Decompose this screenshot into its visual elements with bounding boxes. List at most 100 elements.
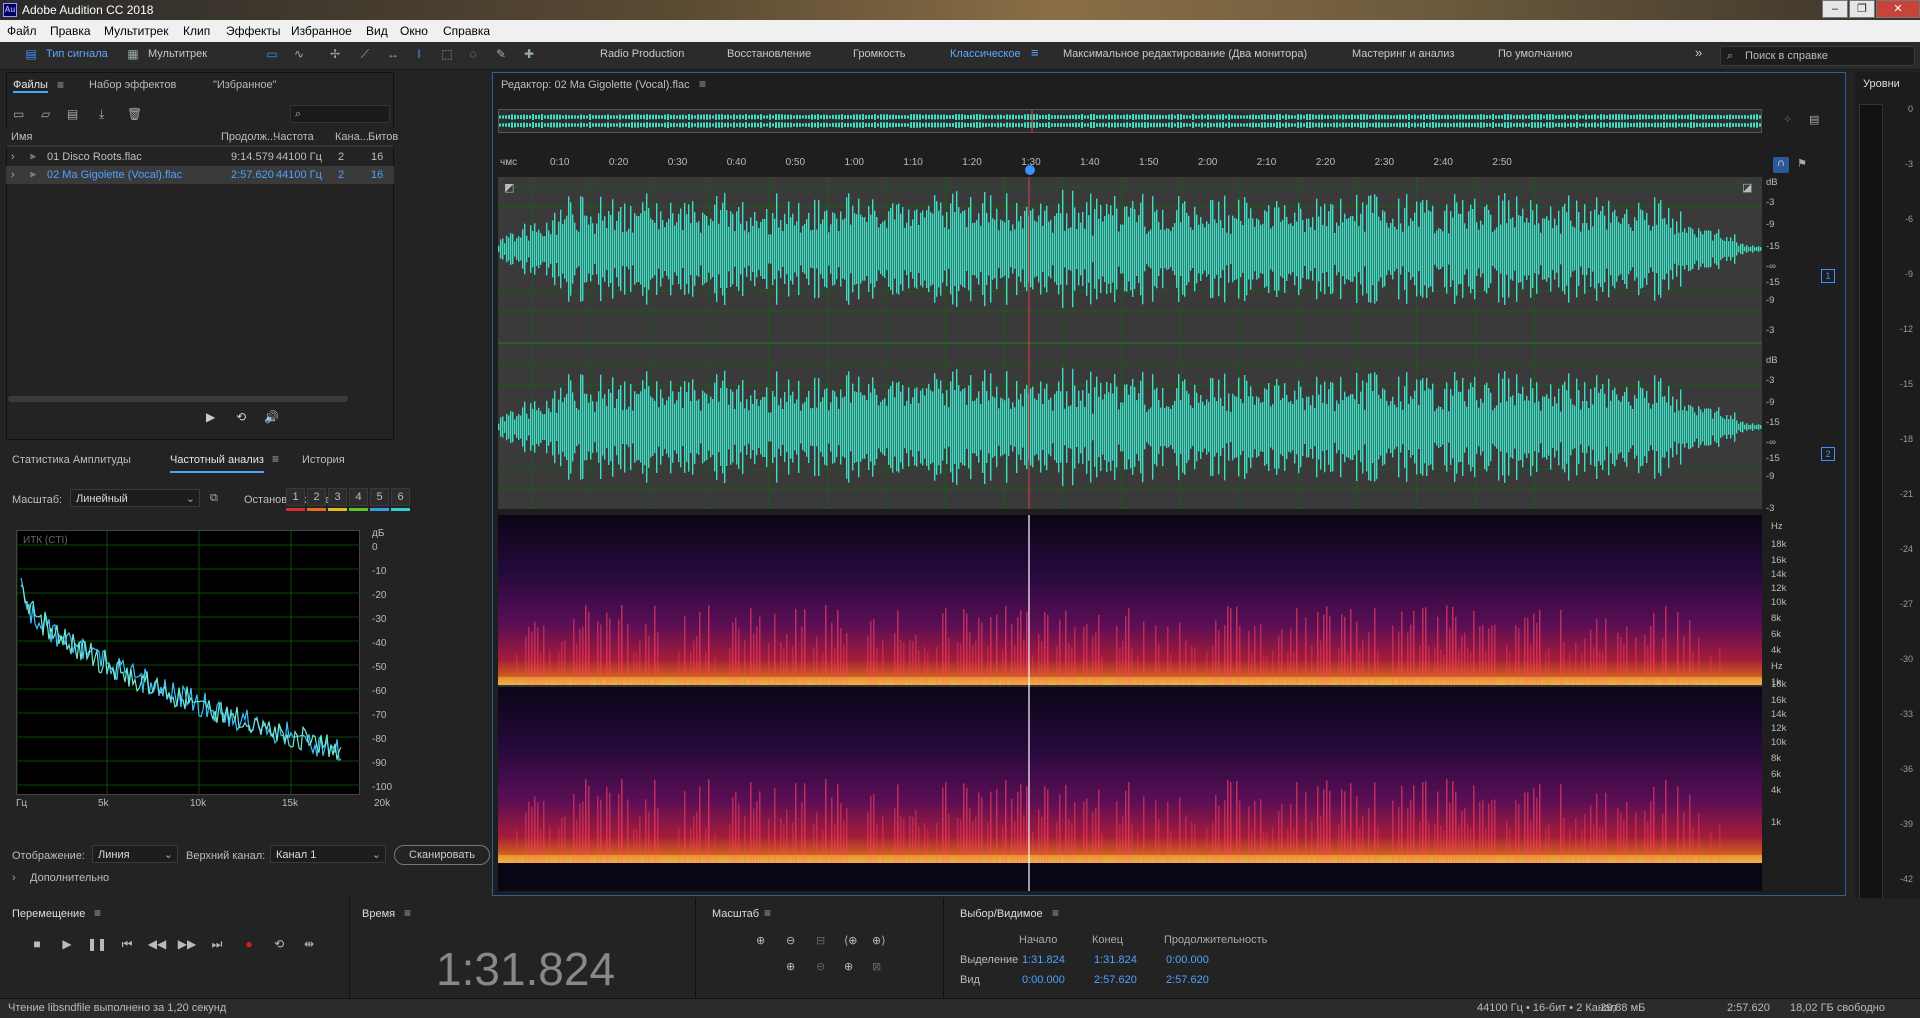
view-end[interactable]: 2:57.620 — [1094, 974, 1137, 986]
selection-start[interactable]: 1:31.824 — [1022, 954, 1065, 966]
loop-preview-icon[interactable]: ⟲ — [236, 410, 246, 424]
freeze-button-3[interactable]: 3 — [328, 488, 347, 506]
playhead-handle[interactable] — [1025, 165, 1035, 175]
freeze-button-1[interactable]: 1 — [286, 488, 305, 506]
menu-clip[interactable]: Клип — [183, 24, 210, 38]
tab-effects-rack[interactable]: Набор эффектов — [89, 79, 176, 103]
workspace-mastering[interactable]: Мастеринг и анализ — [1352, 48, 1454, 60]
tab-menu-icon[interactable]: ≡ — [272, 452, 279, 466]
go-to-start-button[interactable]: ⏮ — [116, 934, 138, 954]
spectral-display-icon[interactable]: ∿ — [290, 47, 308, 63]
files-scrollbar[interactable] — [8, 396, 348, 402]
time-selection-tool-icon[interactable]: I — [410, 47, 428, 63]
workspace-restoration[interactable]: Восстановление — [727, 48, 811, 60]
freeze-button-6[interactable]: 6 — [391, 488, 410, 506]
lasso-tool-icon[interactable]: ◌ — [464, 47, 482, 63]
menu-file[interactable]: Файл — [7, 24, 37, 38]
advanced-label[interactable]: Дополнительно — [30, 872, 109, 884]
zoom-in-left-icon[interactable]: ⟨⊕ — [844, 934, 858, 947]
zoom-selection-icon[interactable]: ⊕ — [844, 960, 853, 973]
snap-icon[interactable]: ∩ — [1773, 157, 1789, 173]
play-button[interactable]: ▶ — [56, 934, 78, 954]
loop-playback-button[interactable]: ⟲ — [268, 934, 290, 954]
menu-view[interactable]: Вид — [366, 24, 388, 38]
scale-select[interactable]: Линейный ⌄ — [70, 489, 200, 507]
tab-files[interactable]: Файлы — [13, 79, 48, 103]
help-search-input[interactable]: Поиск в справке — [1745, 50, 1828, 62]
import-file-icon[interactable]: ▱ — [41, 107, 50, 121]
waveform-mode-button[interactable]: Тип сигнала — [46, 48, 108, 60]
overview-toggle-icon[interactable]: ▤ — [1809, 113, 1819, 126]
snapshot-icon[interactable]: ⧉ — [210, 492, 218, 505]
selection-duration[interactable]: 0:00.000 — [1166, 954, 1209, 966]
tab-favorites[interactable]: "Избранное" — [213, 79, 277, 103]
go-to-end-button[interactable]: ⏭ — [206, 934, 228, 954]
record-button[interactable]: ● — [238, 934, 260, 954]
tab-files-menu-icon[interactable]: ≡ — [57, 78, 64, 102]
waveform-display-icon[interactable]: ▭ — [263, 47, 281, 63]
insert-into-multitrack-icon[interactable]: ⤓ — [99, 107, 104, 122]
expand-chevron-icon[interactable]: › — [11, 169, 15, 181]
move-tool-icon[interactable]: ✢ — [326, 47, 344, 63]
tab-frequency-analysis[interactable]: Частотный анализ — [170, 454, 264, 473]
overview-bar[interactable] — [498, 109, 1762, 133]
menu-multitrack[interactable]: Мультитрек — [104, 24, 168, 38]
zoom-menu-icon[interactable]: ≡ — [764, 906, 771, 920]
razor-tool-icon[interactable]: ⟋ — [356, 47, 374, 63]
selection-menu-icon[interactable]: ≡ — [1052, 906, 1059, 920]
open-folder-icon[interactable]: ▭ — [13, 107, 24, 121]
new-file-icon[interactable]: ▤ — [67, 107, 78, 121]
tab-history[interactable]: История — [302, 454, 345, 466]
selection-end[interactable]: 1:31.824 — [1094, 954, 1137, 966]
fade-out-handle-icon[interactable]: ◪ — [1742, 181, 1752, 194]
rewind-button[interactable]: ◀◀ — [146, 934, 168, 954]
slip-tool-icon[interactable]: ↔ — [384, 47, 402, 63]
multitrack-view-icon[interactable]: ▦ — [124, 47, 142, 63]
play-preview-icon[interactable]: ▶ — [206, 410, 215, 424]
workspace-menu-icon[interactable]: ≡ — [1031, 45, 1039, 60]
close-icon[interactable]: ✕ — [1876, 0, 1920, 18]
minimize-icon[interactable]: – — [1822, 0, 1848, 18]
autoplay-icon[interactable]: 🔊 — [264, 410, 279, 424]
zoom-in-amplitude-icon[interactable]: ⊕ — [756, 934, 765, 947]
freeze-button-5[interactable]: 5 — [370, 488, 389, 506]
channel-select[interactable]: Канал 1 ⌄ — [270, 845, 386, 863]
files-header-name[interactable]: Имя — [11, 131, 32, 143]
menu-edit[interactable]: Правка — [50, 24, 91, 38]
menu-help[interactable]: Справка — [443, 24, 490, 38]
spot-healing-tool-icon[interactable]: ✚ — [520, 47, 538, 63]
workspace-loudness[interactable]: Громкость — [853, 48, 905, 60]
expand-chevron-icon[interactable]: › — [11, 151, 15, 163]
workspace-default[interactable]: По умолчанию — [1498, 48, 1572, 60]
freeze-button-2[interactable]: 2 — [307, 488, 326, 506]
time-ruler[interactable]: чмс 0:10 0:20 0:30 0:40 0:50 1:00 1:10 1:20 1:30… — [498, 157, 1762, 173]
menu-window[interactable]: Окно — [400, 24, 428, 38]
workspace-radio-production[interactable]: Radio Production — [600, 48, 684, 60]
delete-icon[interactable]: 🗑 — [127, 107, 142, 121]
zoom-in-time-icon[interactable]: ⊕ — [786, 960, 795, 973]
transport-menu-icon[interactable]: ≡ — [94, 906, 101, 920]
zoom-overview-icon[interactable]: ✧ — [1783, 113, 1792, 126]
help-search-box[interactable]: ⌕ Поиск в справке — [1720, 46, 1915, 66]
advanced-chevron-icon[interactable]: › — [12, 872, 16, 884]
spectrogram-area[interactable] — [498, 515, 1762, 891]
zoom-out-amplitude-icon[interactable]: ⊖ — [786, 934, 795, 947]
view-duration[interactable]: 2:57.620 — [1166, 974, 1209, 986]
stop-button[interactable]: ■ — [26, 934, 48, 954]
fast-forward-button[interactable]: ▶▶ — [176, 934, 198, 954]
file-search-input[interactable]: ⌕ — [290, 105, 390, 123]
channel-1-badge[interactable]: 1 — [1821, 269, 1835, 283]
file-row[interactable]: › ⫸ 01 Disco Roots.flac 9:14.579 44100 Г… — [6, 148, 394, 166]
menu-effects[interactable]: Эффекты — [226, 24, 281, 38]
marker-icon[interactable]: ⚑ — [1797, 157, 1807, 170]
multitrack-mode-button[interactable]: Мультитрек — [148, 48, 207, 60]
files-header-bits[interactable]: Битов — [368, 131, 398, 143]
menu-favorites[interactable]: Избранное — [291, 24, 352, 38]
workspace-max-edit[interactable]: Максимальное редактирование (Два монитор… — [1063, 48, 1307, 60]
display-select[interactable]: Линия ⌄ — [92, 845, 178, 863]
files-header-duration[interactable]: Продолж... — [221, 131, 276, 143]
tab-amplitude-stats[interactable]: Статистика Амплитуды — [12, 454, 131, 466]
maximize-icon[interactable]: ❐ — [1849, 0, 1875, 18]
pause-button[interactable]: ❚❚ — [86, 934, 108, 954]
file-row-selected[interactable]: › ⫸ 02 Ma Gigolette (Vocal).flac 2:57.62… — [6, 166, 394, 184]
